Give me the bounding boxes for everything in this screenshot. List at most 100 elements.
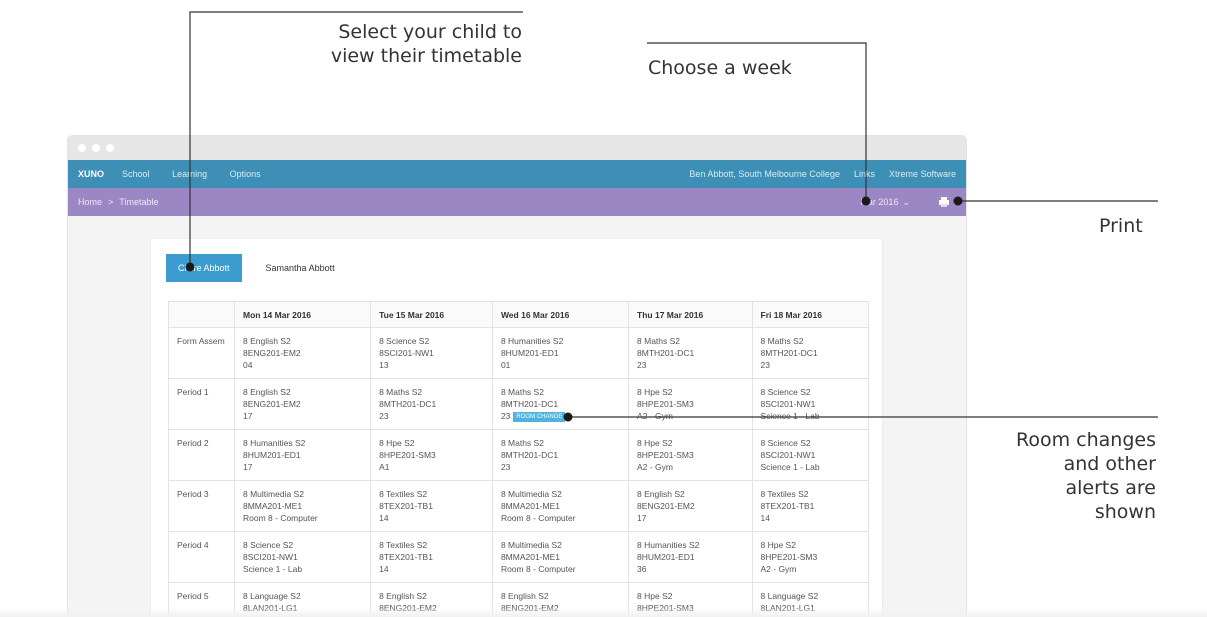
table-row: Period 2 8 Humanities S2 8HUM201-ED1 17 8 Hp… [168,429,869,481]
period-label: Period 1 [168,378,235,430]
class-subject: 8 Language S2 [243,590,362,602]
cell-text: 8SCI201-NW1 [760,450,816,460]
breadcrumb-home[interactable]: Home [78,197,102,207]
cell-text: A1 [379,462,390,472]
class-code: 8MTH201-DC1 [637,347,743,359]
cell-text: 23 [637,360,647,370]
class-cell[interactable]: 8 Hpe S2 8HPE201-SM3 A2 - Gym [751,531,869,583]
class-cell[interactable]: 8 Hpe S2 8HPE201-SM3 A2 - Gym [628,378,753,430]
class-subject: 8 Hpe S2 [637,437,743,449]
class-room: 23 [637,359,743,371]
class-code: 8ENG201-EM2 [243,398,362,410]
period-label: Period 4 [168,531,235,583]
class-code: 8SCI201-NW1 [761,449,861,461]
class-cell[interactable]: 8 Science S2 8SCI201-NW1 Science 1 - Lab [751,378,869,430]
bottom-fade [0,607,1207,617]
class-cell[interactable]: 8 Humanities S2 8HUM201-ED1 36 [628,531,753,583]
class-cell[interactable]: 8 Textiles S2 8TEX201-TB1 14 [370,480,493,532]
class-room: 04 [243,359,362,371]
class-room: 23 ROOM CHANGE [501,410,620,422]
cell-text: 36 [637,564,647,574]
class-code: 8MTH201-DC1 [501,449,620,461]
class-subject: 8 English S2 [637,488,743,500]
class-room: 17 [243,461,362,473]
class-cell[interactable]: 8 Humanities S2 8HUM201-ED1 17 [233,429,372,481]
cell-text: 8 Maths S2 [637,336,681,346]
class-room: 01 [501,359,620,371]
child-tab-claire[interactable]: Claire Abbott [166,254,242,282]
cell-text: 8SCI201-NW1 [379,348,434,358]
class-subject: 8 Maths S2 [501,437,620,449]
cell-text: 8ENG201-EM2 [243,399,301,409]
cell-text: 23 [500,411,511,421]
cell-text: 8MMA201-ME1 [500,501,560,511]
cell-text: 8MTH201-DC1 [637,348,695,358]
class-room: Science 1 - Lab [761,461,861,473]
breadcrumb-current: Timetable [119,197,159,207]
class-code: 8ENG201-EM2 [637,500,743,512]
class-subject: 8 English S2 [501,590,620,602]
cell-text: 8 Multimedia S2 [500,540,562,550]
callout-line: and other [1063,453,1156,475]
class-cell[interactable]: 8 Multimedia S2 8MMA201-ME1 Room 8 - Compu… [491,480,630,532]
class-subject: 8 Science S2 [761,386,861,398]
callout-print: Print [1099,215,1143,237]
window-maximize-dot[interactable] [106,144,114,152]
breadcrumb-bar: Home > Timetable Mar 2016 ⌄ [68,188,966,216]
class-subject: 8 Humanities S2 [501,335,620,347]
cell-text: 13 [379,360,389,370]
class-cell[interactable]: 8 Maths S2 8MTH201-DC1 23 [491,429,630,481]
cell-text: 8HPE201-SM3 [379,450,436,460]
class-cell[interactable]: 8 Maths S2 8MTH201-DC1 23 [370,378,493,430]
cell-text: 8 Hpe S2 [637,438,673,448]
nav-item-options[interactable]: Options [230,169,261,179]
print-button[interactable] [932,192,956,212]
cell-text: A2 - Gym [637,462,673,472]
class-cell[interactable]: 8 Maths S2 8MTH201-DC1 23 [751,327,869,379]
child-tab-samantha[interactable]: Samantha Abbott [254,254,347,282]
class-subject: 8 Science S2 [379,335,484,347]
class-cell[interactable]: 8 Textiles S2 8TEX201-TB1 14 [370,531,493,583]
cell-text: 14 [760,513,770,523]
class-room: A2 - Gym [637,461,743,473]
week-selector[interactable]: Mar 2016 ⌄ [860,197,910,208]
timetable-header-row: Mon 14 Mar 2016 Tue 15 Mar 2016 Wed 16 M… [168,301,869,328]
class-cell[interactable]: 8 Maths S2 8MTH201-DC1 23 ROOM CHANGE [491,378,630,430]
class-subject: 8 Multimedia S2 [243,488,362,500]
class-cell[interactable]: 8 Multimedia S2 8MMA201-ME1 Room 8 - Compu… [233,480,372,532]
callout-line: shown [1094,501,1156,523]
class-room: 23 [501,461,620,473]
window-minimize-dot[interactable] [92,144,100,152]
day-header: Fri 18 Mar 2016 [751,301,869,328]
class-cell[interactable]: 8 English S2 8ENG201-EM2 17 [233,378,372,430]
cell-text: 8 Hpe S2 [760,540,796,550]
class-cell[interactable]: 8 English S2 8ENG201-EM2 17 [628,480,753,532]
callout-line: alerts are [1065,477,1156,499]
nav-item-school[interactable]: School [122,169,150,179]
window-close-dot[interactable] [78,144,86,152]
class-cell[interactable]: 8 Multimedia S2 8MMA201-ME1 Room 8 - Compu… [491,531,630,583]
class-cell[interactable]: 8 Hpe S2 8HPE201-SM3 A1 [370,429,493,481]
cell-text: 8 Textiles S2 [760,489,809,499]
class-code: 8MMA201-ME1 [243,500,362,512]
nav-links[interactable]: Links [854,169,875,179]
class-cell[interactable]: 8 Textiles S2 8TEX201-TB1 14 [751,480,869,532]
class-room: Room 8 - Computer [243,512,362,524]
cell-text: 8 Science S2 [243,540,294,550]
nav-item-learning[interactable]: Learning [172,169,207,179]
class-cell[interactable]: 8 English S2 8ENG201-EM2 04 [233,327,372,379]
class-cell[interactable]: 8 Science S2 8SCI201-NW1 Science 1 - Lab [751,429,869,481]
class-cell[interactable]: 8 Hpe S2 8HPE201-SM3 A2 - Gym [628,429,753,481]
brand-logo[interactable]: XUNO [78,169,104,179]
cell-text: 8HUM201-ED1 [637,552,695,562]
cell-text: 8TEX201-TB1 [379,501,433,511]
class-subject: 8 Humanities S2 [243,437,362,449]
class-cell[interactable]: 8 Maths S2 8MTH201-DC1 23 [628,327,753,379]
nav-vendor[interactable]: Xtreme Software [889,169,956,179]
class-cell[interactable]: 8 Science S2 8SCI201-NW1 Science 1 - Lab [233,531,372,583]
nav-user[interactable]: Ben Abbott, South Melbourne College [689,169,840,179]
cell-text: 8 Maths S2 [760,336,804,346]
class-cell[interactable]: 8 Science S2 8SCI201-NW1 13 [370,327,493,379]
table-row: Period 1 8 English S2 8ENG201-EM2 17 8 Maths… [168,378,869,430]
class-cell[interactable]: 8 Humanities S2 8HUM201-ED1 01 [491,327,630,379]
